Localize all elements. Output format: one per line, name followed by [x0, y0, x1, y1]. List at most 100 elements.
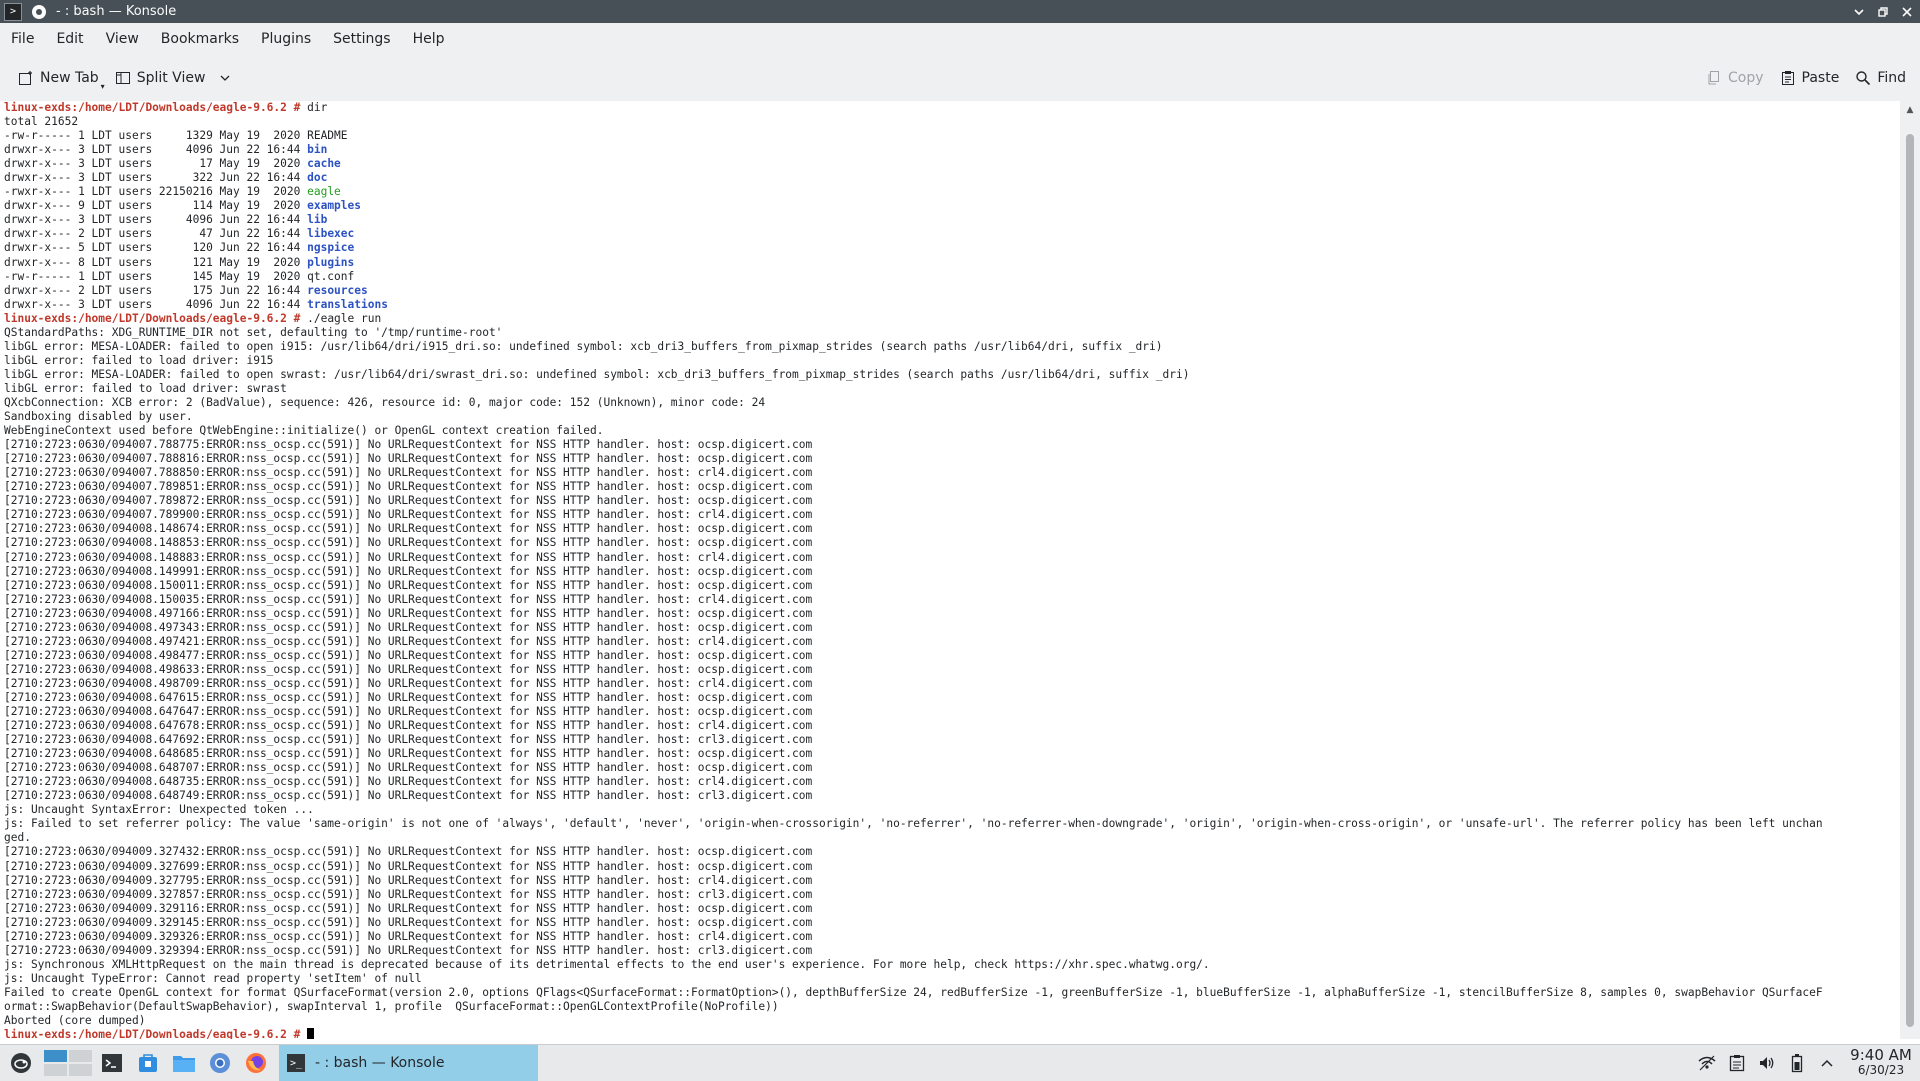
- terminal-text: js: Synchronous XMLHttpRequest on the ma…: [4, 957, 1210, 971]
- terminal-line: [2710:2723:0630/094009.329326:ERROR:nss_…: [4, 930, 1823, 944]
- close-button[interactable]: [1898, 3, 1916, 21]
- terminal-scrollbar[interactable]: ▲: [1900, 101, 1920, 1039]
- terminal-text: drwxr-x--- 9 LDT users 114 May 19 2020: [4, 199, 308, 213]
- terminal-text: drwxr-x--- 3 LDT users 4096 Jun 22 16:44: [4, 297, 308, 311]
- terminal-line: js: Synchronous XMLHttpRequest on the ma…: [4, 958, 1823, 972]
- tray-expand-icon[interactable]: [1812, 1045, 1842, 1081]
- file-manager-icon[interactable]: [166, 1045, 202, 1081]
- maximize-button[interactable]: [1874, 3, 1892, 21]
- terminal-line: [2710:2723:0630/094009.329145:ERROR:nss_…: [4, 916, 1823, 930]
- terminal-text: drwxr-x--- 3 LDT users 17 May 19 2020: [4, 157, 308, 171]
- terminal-line: [2710:2723:0630/094008.498633:ERROR:nss_…: [4, 663, 1823, 677]
- terminal-line: [2710:2723:0630/094008.498709:ERROR:nss_…: [4, 677, 1823, 691]
- terminal-output[interactable]: linux-exds:/home/LDT/Downloads/eagle-9.6…: [0, 101, 1900, 1039]
- menu-bar: File Edit View Bookmarks Plugins Setting…: [0, 23, 1920, 55]
- new-tab-icon: [18, 70, 34, 86]
- clock[interactable]: 9:40 AM 6/30/23: [1842, 1048, 1920, 1078]
- minimize-button[interactable]: [1850, 3, 1868, 21]
- terminal-text: [2710:2723:0630/094009.329326:ERROR:nss_…: [4, 929, 813, 943]
- terminal-text: [2710:2723:0630/094008.498477:ERROR:nss_…: [4, 648, 813, 662]
- terminal-text: [2710:2723:0630/094008.498709:ERROR:nss_…: [4, 676, 813, 690]
- scroll-up-icon[interactable]: ▲: [1900, 103, 1920, 117]
- terminal-line: drwxr-x--- 3 LDT users 4096 Jun 22 16:44…: [4, 143, 1823, 157]
- menu-file[interactable]: File: [0, 31, 45, 47]
- task-konsole[interactable]: >_ - : bash — Konsole: [279, 1045, 538, 1081]
- terminal-line: [2710:2723:0630/094008.648735:ERROR:nss_…: [4, 775, 1823, 789]
- terminal-line: libGL error: MESA-LOADER: failed to open…: [4, 368, 1823, 382]
- terminal-line: [2710:2723:0630/094007.789900:ERROR:nss_…: [4, 508, 1823, 522]
- scrollbar-thumb[interactable]: [1906, 134, 1914, 1027]
- terminal-line: js: Uncaught TypeError: Cannot read prop…: [4, 972, 1823, 986]
- terminal-text: [2710:2723:0630/094007.789872:ERROR:nss_…: [4, 494, 813, 508]
- terminal-text: [2710:2723:0630/094009.327699:ERROR:nss_…: [4, 859, 813, 873]
- terminal-icon[interactable]: [94, 1045, 130, 1081]
- menu-view[interactable]: View: [95, 31, 150, 47]
- shell-prompt: linux-exds:/home/LDT/Downloads/eagle-9.6…: [4, 101, 301, 114]
- menu-bookmarks[interactable]: Bookmarks: [150, 31, 250, 47]
- terminal-dir-text: translations: [307, 297, 388, 311]
- terminal-line: drwxr-x--- 3 LDT users 4096 Jun 22 16:44…: [4, 298, 1823, 312]
- copy-button[interactable]: Copy: [1698, 63, 1772, 93]
- terminal-text: [2710:2723:0630/094009.327857:ERROR:nss_…: [4, 887, 813, 901]
- terminal-line: [2710:2723:0630/094008.497166:ERROR:nss_…: [4, 607, 1823, 621]
- clipboard-icon[interactable]: [1722, 1045, 1752, 1081]
- konsole-icon[interactable]: >: [4, 2, 22, 21]
- virtual-desktops-icon[interactable]: [42, 1045, 94, 1081]
- shell-prompt: linux-exds:/home/LDT/Downloads/eagle-9.6…: [4, 1028, 301, 1039]
- terminal-line: [2710:2723:0630/094007.788775:ERROR:nss_…: [4, 438, 1823, 452]
- terminal-text: [2710:2723:0630/094009.327795:ERROR:nss_…: [4, 873, 813, 887]
- terminal-line: [2710:2723:0630/094007.788816:ERROR:nss_…: [4, 452, 1823, 466]
- terminal-line: [2710:2723:0630/094008.148674:ERROR:nss_…: [4, 522, 1823, 536]
- terminal-line: ormat::SwapBehavior(DefaultSwapBehavior)…: [4, 1000, 1823, 1014]
- terminal-text: [2710:2723:0630/094007.789851:ERROR:nss_…: [4, 480, 813, 494]
- terminal-text: drwxr-x--- 5 LDT users 120 Jun 22 16:44: [4, 241, 308, 255]
- terminal-line: [2710:2723:0630/094007.788850:ERROR:nss_…: [4, 466, 1823, 480]
- terminal-text: QStandardPaths: XDG_RUNTIME_DIR not set,…: [4, 325, 503, 339]
- menu-settings[interactable]: Settings: [322, 31, 401, 47]
- terminal-text: [2710:2723:0630/094007.789900:ERROR:nss_…: [4, 508, 813, 522]
- terminal-lines: linux-exds:/home/LDT/Downloads/eagle-9.6…: [4, 101, 1823, 1039]
- terminal-text: [2710:2723:0630/094008.150011:ERROR:nss_…: [4, 578, 813, 592]
- terminal-line: -rw-r----- 1 LDT users 1329 May 19 2020 …: [4, 129, 1823, 143]
- chevron-down-icon[interactable]: [217, 70, 233, 86]
- app-launcher-icon[interactable]: [0, 1045, 42, 1081]
- terminal-text: ormat::SwapBehavior(DefaultSwapBehavior)…: [4, 1000, 779, 1013]
- paste-button[interactable]: Paste: [1772, 63, 1848, 93]
- volume-icon[interactable]: [1752, 1045, 1782, 1081]
- terminal-text: -rwxr-x--- 1 LDT users 22150216 May 19 2…: [4, 185, 308, 199]
- window-title: - : bash — Konsole: [56, 4, 177, 19]
- network-icon[interactable]: [1692, 1045, 1722, 1081]
- window-titlebar[interactable]: > - : bash — Konsole: [0, 0, 1920, 23]
- chromium-icon[interactable]: [202, 1045, 238, 1081]
- terminal-line: drwxr-x--- 8 LDT users 121 May 19 2020 p…: [4, 256, 1823, 270]
- terminal-text: dir: [300, 101, 328, 114]
- menu-plugins[interactable]: Plugins: [250, 31, 322, 47]
- terminal-line: linux-exds:/home/LDT/Downloads/eagle-9.6…: [4, 1028, 1823, 1039]
- new-tab-button[interactable]: New Tab ▾: [10, 63, 107, 93]
- terminal-line: [2710:2723:0630/094009.327432:ERROR:nss_…: [4, 845, 1823, 859]
- menu-help[interactable]: Help: [402, 31, 456, 47]
- store-icon[interactable]: [130, 1045, 166, 1081]
- find-button[interactable]: Find: [1847, 63, 1914, 93]
- terminal-line: QXcbConnection: XCB error: 2 (BadValue),…: [4, 396, 1823, 410]
- battery-icon[interactable]: [1782, 1045, 1812, 1081]
- terminal-line: linux-exds:/home/LDT/Downloads/eagle-9.6…: [4, 312, 1823, 326]
- terminal-line: [2710:2723:0630/094008.647615:ERROR:nss_…: [4, 691, 1823, 705]
- terminal-dir-text: ngspice: [307, 241, 355, 255]
- pin-icon[interactable]: [32, 4, 46, 19]
- konsole-task-icon: >_: [287, 1054, 305, 1072]
- firefox-icon[interactable]: [238, 1045, 274, 1081]
- terminal-text: [2710:2723:0630/094008.497166:ERROR:nss_…: [4, 606, 813, 620]
- terminal-text: drwxr-x--- 8 LDT users 121 May 19 2020: [4, 255, 308, 269]
- terminal-line: libGL error: failed to load driver: i915: [4, 354, 1823, 368]
- terminal-line: [2710:2723:0630/094008.497421:ERROR:nss_…: [4, 635, 1823, 649]
- menu-edit[interactable]: Edit: [45, 31, 94, 47]
- terminal-line: total 21652: [4, 115, 1823, 129]
- terminal-line: [2710:2723:0630/094008.647692:ERROR:nss_…: [4, 733, 1823, 747]
- terminal-text: [2710:2723:0630/094008.497343:ERROR:nss_…: [4, 620, 813, 634]
- clock-date: 6/30/23: [1857, 1063, 1905, 1077]
- split-view-button[interactable]: Split View: [107, 63, 242, 93]
- terminal-line: drwxr-x--- 9 LDT users 114 May 19 2020 e…: [4, 199, 1823, 213]
- terminal-text: [2710:2723:0630/094008.648685:ERROR:nss_…: [4, 747, 813, 761]
